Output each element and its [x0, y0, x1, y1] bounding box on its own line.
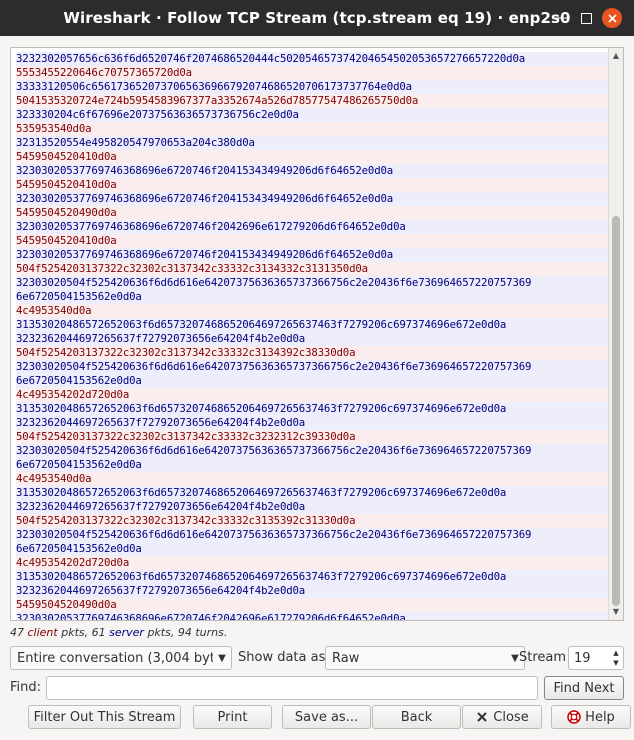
- server-data-line: 32303020537769746368696e6720746f20415343…: [16, 192, 610, 206]
- server-label: server: [109, 626, 144, 639]
- client-data-line: 5553455220646c70757365720d0a: [16, 66, 610, 80]
- client-label: client: [27, 626, 58, 639]
- print-label: Print: [217, 709, 248, 725]
- server-data-line: 3232362044697265637f72792073656e64204f4b…: [16, 332, 610, 346]
- stream-content-view[interactable]: 3232302057656c636f6d6520746f207468652044…: [10, 47, 624, 621]
- server-data-line: 31353020486572652063f6d65732074686520646…: [16, 486, 610, 500]
- server-data-line: 32313520554e495820547970653a204c380d0a: [16, 136, 610, 150]
- show-data-select[interactable]: Raw ▼: [325, 646, 525, 670]
- close-label: Close: [493, 709, 529, 725]
- server-data-line: 32303020537769746368696e6720746f2042696e…: [16, 612, 610, 620]
- summary-end: pkts, 94 turns.: [147, 626, 228, 639]
- window-title: Wireshark · Follow TCP Stream (tcp.strea…: [63, 9, 571, 27]
- stepper-up-icon[interactable]: ▲: [613, 648, 618, 658]
- find-next-label: Find Next: [553, 680, 615, 696]
- server-data-line: 32303020537769746368696e6720746f2042696e…: [16, 220, 610, 234]
- server-data-line: 32303020504f525420636f6d6d616e6420737563…: [16, 276, 610, 290]
- chevron-down-icon: ▼: [218, 652, 226, 664]
- show-data-select-value: Raw: [332, 650, 360, 666]
- client-data-line: 535953540d0a: [16, 122, 610, 136]
- server-data-line: 323330204c6f67696e20737563636573736756c2…: [16, 108, 610, 122]
- client-data-line: 5459504520490d0a: [16, 598, 610, 612]
- client-data-line: 5459504520490d0a: [16, 206, 610, 220]
- server-data-line: 6e6720504153562e0d0a: [16, 458, 610, 472]
- window-titlebar: Wireshark · Follow TCP Stream (tcp.strea…: [0, 0, 634, 36]
- show-data-label: Show data as: [238, 650, 326, 665]
- client-data-line: 5459504520410d0a: [16, 150, 610, 164]
- close-button[interactable]: Close: [462, 705, 542, 729]
- server-data-line: 6e6720504153562e0d0a: [16, 290, 610, 304]
- help-button[interactable]: Help: [551, 705, 631, 729]
- client-data-line: 5041535320724e724b5954583967377a3352674a…: [16, 94, 610, 108]
- back-label: Back: [400, 709, 433, 725]
- client-data-line: 4c4953540d0a: [16, 304, 610, 318]
- scrollbar-thumb[interactable]: [612, 216, 620, 606]
- server-data-line: 33333120506c6561736520737065636966792074…: [16, 80, 610, 94]
- filter-out-stream-button[interactable]: Filter Out This Stream: [28, 705, 181, 729]
- conversation-select-value: Entire conversation (3,004 bytes): [17, 650, 213, 666]
- client-data-line: 4c495354202d720d0a: [16, 388, 610, 402]
- server-data-line: 6e6720504153562e0d0a: [16, 374, 610, 388]
- server-data-line: 3232362044697265637f72792073656e64204f4b…: [16, 500, 610, 514]
- client-data-line: 504f5254203137322c32302c3137342c33332c31…: [16, 514, 610, 528]
- server-data-line: 3232362044697265637f72792073656e64204f4b…: [16, 416, 610, 430]
- stream-label: Stream: [519, 650, 567, 665]
- maximize-icon[interactable]: [576, 8, 596, 28]
- server-data-line: 6e6720504153562e0d0a: [16, 542, 610, 556]
- minimize-icon[interactable]: —: [552, 8, 572, 28]
- find-input[interactable]: [46, 676, 538, 700]
- client-data-line: 504f5254203137322c32302c3137342c33332c32…: [16, 430, 610, 444]
- server-data-line: 31353020486572652063f6d65732074686520646…: [16, 570, 610, 584]
- server-data-line: 32303020537769746368696e6720746f20415343…: [16, 164, 610, 178]
- client-data-line: 504f5254203137322c32302c3137342c33332c31…: [16, 262, 610, 276]
- conversation-select[interactable]: Entire conversation (3,004 bytes) ▼: [10, 646, 232, 670]
- vertical-scrollbar[interactable]: ▲ ▼: [608, 48, 623, 620]
- save-as-button[interactable]: Save as...: [282, 705, 371, 729]
- server-data-line: 32303020504f525420636f6d6d616e6420737563…: [16, 528, 610, 542]
- stream-text[interactable]: 3232302057656c636f6d6520746f207468652044…: [16, 52, 610, 620]
- server-data-line: 32303020537769746368696e6720746f20415343…: [16, 248, 610, 262]
- help-label: Help: [585, 709, 615, 725]
- server-data-line: 31353020486572652063f6d65732074686520646…: [16, 318, 610, 332]
- help-icon: [567, 710, 581, 724]
- server-packet-count: 61: [91, 626, 106, 639]
- print-button[interactable]: Print: [193, 705, 272, 729]
- server-data-line: 32303020504f525420636f6d6d616e6420737563…: [16, 444, 610, 458]
- scroll-down-icon[interactable]: ▼: [610, 606, 622, 618]
- close-icon: [475, 710, 489, 724]
- server-data-line: 3232302057656c636f6d6520746f207468652044…: [16, 52, 610, 66]
- window-close-icon[interactable]: [602, 8, 622, 28]
- find-label: Find:: [10, 680, 42, 695]
- save-as-label: Save as...: [294, 709, 359, 725]
- client-packet-count: 47: [10, 626, 24, 639]
- stream-number-stepper[interactable]: 19 ▲ ▼: [568, 646, 624, 670]
- stepper-down-icon[interactable]: ▼: [613, 658, 618, 668]
- filter-out-label: Filter Out This Stream: [33, 709, 176, 725]
- find-row: Find: Find Next: [10, 676, 624, 700]
- scroll-up-icon[interactable]: ▲: [610, 50, 622, 62]
- button-row: Filter Out This Stream Print Save as... …: [10, 705, 631, 729]
- client-data-line: 5459504520410d0a: [16, 234, 610, 248]
- client-data-line: 504f5254203137322c32302c3137342c33332c31…: [16, 346, 610, 360]
- find-next-button[interactable]: Find Next: [544, 676, 624, 700]
- summary-middle: pkts,: [61, 626, 89, 639]
- server-data-line: 31353020486572652063f6d65732074686520646…: [16, 402, 610, 416]
- back-button[interactable]: Back: [372, 705, 461, 729]
- server-data-line: 32303020504f525420636f6d6d616e6420737563…: [16, 360, 610, 374]
- client-data-line: 5459504520410d0a: [16, 178, 610, 192]
- stream-summary: 47 client pkts, 61 server pkts, 94 turns…: [10, 626, 227, 639]
- client-data-line: 4c495354202d720d0a: [16, 556, 610, 570]
- server-data-line: 3232362044697265637f72792073656e64204f4b…: [16, 584, 610, 598]
- stream-options-row: Entire conversation (3,004 bytes) ▼ Show…: [10, 646, 624, 670]
- stream-number-value[interactable]: 19: [574, 651, 609, 666]
- client-data-line: 4c4953540d0a: [16, 472, 610, 486]
